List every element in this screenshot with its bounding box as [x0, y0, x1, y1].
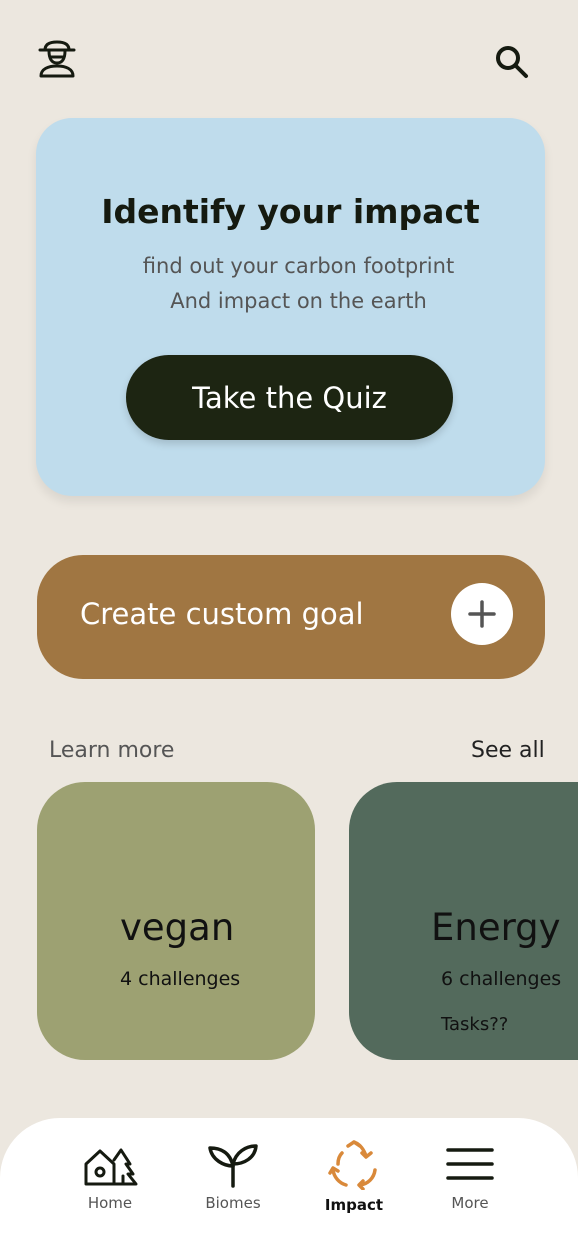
nav-biomes[interactable]: Biomes — [183, 1140, 283, 1212]
search-icon[interactable] — [492, 42, 532, 82]
topic-challenge-count: 4 challenges — [120, 968, 241, 990]
topic-name: Energy — [431, 906, 561, 949]
topic-card-vegan[interactable]: vegan 4 challenges — [37, 782, 315, 1060]
explorer-hat-icon[interactable] — [36, 38, 78, 80]
take-quiz-button[interactable]: Take the Quiz — [126, 355, 453, 440]
nav-label: Biomes — [205, 1194, 261, 1212]
recycle-icon — [304, 1140, 404, 1190]
learn-more-heading: Learn more — [49, 738, 175, 763]
nav-label: Impact — [324, 1196, 384, 1214]
topic-challenge-count: 6 challenges — [441, 968, 562, 990]
see-all-link[interactable]: See all — [471, 738, 545, 763]
plus-icon[interactable] — [451, 583, 513, 645]
quiz-subtitle-line1: find out your carbon footprint — [142, 254, 455, 278]
nav-label: Home — [87, 1194, 133, 1212]
quiz-title: Identify your impact — [101, 192, 480, 231]
quiz-card: Identify your impact find out your carbo… — [36, 118, 545, 496]
bottom-nav: Home Biomes Impact More — [0, 1118, 578, 1250]
menu-icon — [420, 1140, 520, 1188]
sprout-icon — [183, 1140, 283, 1188]
home-forest-icon — [60, 1140, 160, 1188]
create-goal-button[interactable]: Create custom goal — [37, 555, 545, 679]
topic-name: vegan — [120, 906, 235, 949]
quiz-subtitle-line2: And impact on the earth — [170, 289, 427, 313]
topic-tasks-label: Tasks?? — [441, 1014, 509, 1035]
topic-card-energy[interactable]: Energy 6 challenges Tasks?? — [349, 782, 578, 1060]
nav-label: More — [451, 1194, 489, 1212]
nav-home[interactable]: Home — [60, 1140, 160, 1212]
top-bar — [0, 0, 578, 110]
nav-more[interactable]: More — [420, 1140, 520, 1212]
create-goal-label: Create custom goal — [80, 597, 364, 631]
nav-impact[interactable]: Impact — [304, 1140, 404, 1214]
